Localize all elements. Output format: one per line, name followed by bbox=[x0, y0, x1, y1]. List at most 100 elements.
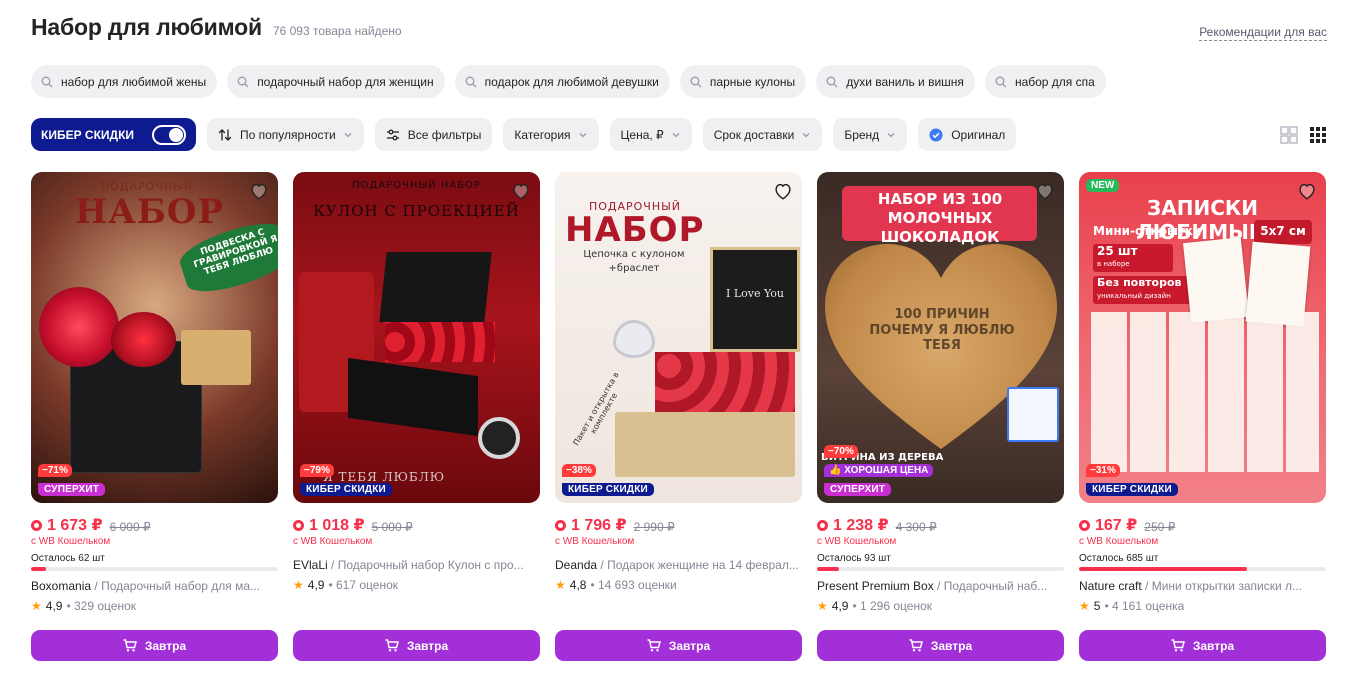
product-card[interactable]: ПОДАРОЧНЫЙ НАБОР ПОДВЕСКА С ГРАВИРОВКОЙ … bbox=[31, 172, 278, 667]
product-title[interactable]: EVlaLi / Подарочный набор Кулон с про... bbox=[293, 558, 540, 572]
filter-bar: КИБЕР СКИДКИ По популярности Все фильтры… bbox=[31, 118, 1327, 151]
heart-caption: 100 ПРИЧИН ПОЧЕМУ Я ЛЮБЛЮ ТЕБЯ bbox=[869, 307, 1015, 354]
delivery-date: Завтра bbox=[668, 638, 711, 653]
search-icon bbox=[465, 76, 477, 87]
wallet-note: с WB Кошельком bbox=[817, 536, 897, 547]
add-to-cart-button[interactable]: Завтра bbox=[293, 630, 540, 661]
original-filter[interactable]: Оригинал bbox=[918, 118, 1017, 151]
cyber-discount-badge: КИБЕР СКИДКИ bbox=[1086, 483, 1178, 496]
image-caption-main: НАБОР bbox=[75, 192, 225, 232]
chevron-down-icon bbox=[887, 132, 895, 137]
product-card[interactable]: ЗАПИСКИ ЛЮБИМЫМ Мини-открытки 5x7 см 25 … bbox=[1079, 172, 1326, 667]
product-title[interactable]: Nature craft / Мини открытки записки л..… bbox=[1079, 579, 1326, 593]
wallet-icon bbox=[31, 519, 42, 531]
current-price: 1 238 ₽ bbox=[817, 515, 889, 535]
product-title[interactable]: Boxomania / Подарочный набор для ма... bbox=[31, 579, 278, 593]
star-icon: ★ bbox=[293, 578, 304, 592]
cart-icon bbox=[1171, 639, 1185, 652]
chevron-down-icon bbox=[579, 132, 586, 137]
suggestion-chip[interactable]: парные кулоны bbox=[679, 65, 807, 98]
delivery-dropdown[interactable]: Срок доставки bbox=[702, 118, 823, 151]
rating-value: 4,9 bbox=[831, 599, 849, 613]
product-image[interactable]: НАБОР ИЗ 100 МОЛОЧНЫХ ШОКОЛАДОК 100 ПРИЧ… bbox=[817, 172, 1064, 503]
superhit-badge: СУПЕРХИТ bbox=[38, 483, 106, 496]
cart-icon bbox=[647, 639, 661, 652]
old-price: 250 ₽ bbox=[1144, 519, 1176, 534]
discount-badge: −79% bbox=[300, 464, 334, 477]
discount-badge: −31% bbox=[1086, 464, 1120, 477]
rose bbox=[39, 287, 119, 367]
delivery-date: Завтра bbox=[144, 638, 187, 653]
page-title: Набор для любимой bbox=[31, 14, 262, 40]
new-badge: NEW bbox=[1086, 179, 1120, 192]
toggle-switch[interactable] bbox=[152, 124, 186, 145]
brand-name: EVlaLi bbox=[293, 558, 328, 572]
product-card[interactable]: ПОДАРОЧНЫЙ НАБОР КУЛОН С ПРОЕКЦИЕЙ Я ТЕБ… bbox=[293, 172, 540, 667]
brand-dropdown[interactable]: Бренд bbox=[833, 118, 908, 151]
size-text: 5x7 см bbox=[1260, 224, 1306, 238]
repeat-sub: уникальный дизайн bbox=[1097, 292, 1171, 300]
toggle-knob bbox=[169, 127, 183, 142]
rose-tray bbox=[385, 322, 495, 362]
price-row: 1 673 ₽ 6 000 ₽ bbox=[31, 515, 278, 535]
price-dropdown[interactable]: Цена, ₽ bbox=[609, 118, 692, 151]
wallet-note: с WB Кошельком bbox=[555, 536, 635, 547]
reviews-count: • 14 693 оценки bbox=[590, 578, 677, 592]
recommendations-link[interactable]: Рекомендации для вас bbox=[1199, 25, 1327, 41]
add-to-cart-button[interactable]: Завтра bbox=[817, 630, 1064, 661]
suggestion-chip[interactable]: набор для спа bbox=[984, 65, 1106, 98]
product-image[interactable]: ПОДАРОЧНЫЙ НАБОР ПОДВЕСКА С ГРАВИРОВКОЙ … bbox=[31, 172, 278, 503]
suggestion-chip[interactable]: подарочный набор для женщин bbox=[227, 65, 445, 98]
stock-bar bbox=[1079, 567, 1326, 571]
product-image[interactable]: ПОДАРОЧНЫЙ НАБОР КУЛОН С ПРОЕКЦИЕЙ Я ТЕБ… bbox=[293, 172, 540, 503]
info-card bbox=[1007, 387, 1059, 442]
favorite-icon[interactable] bbox=[772, 180, 794, 202]
favorite-icon[interactable] bbox=[1296, 180, 1318, 202]
rose-in-box bbox=[111, 312, 176, 367]
cart-icon bbox=[385, 639, 399, 652]
category-label: Категория bbox=[514, 127, 571, 142]
suggestion-chip[interactable]: духи ваниль и вишня bbox=[816, 65, 975, 98]
image-caption-main: НАБОР bbox=[565, 210, 705, 250]
category-dropdown[interactable]: Категория bbox=[503, 118, 599, 151]
suggestion-chip[interactable]: подарок для любимой девушки bbox=[454, 65, 670, 98]
rating: ★ 4,9 • 329 оценок bbox=[31, 599, 278, 613]
rating: ★ 4,9 • 617 оценок bbox=[293, 578, 540, 592]
product-name: Подарок женщине на 14 феврал... bbox=[607, 558, 799, 572]
chevron-down-icon bbox=[344, 132, 352, 137]
sort-dropdown[interactable]: По популярности bbox=[207, 118, 364, 151]
count-text: 25 шт bbox=[1097, 244, 1138, 258]
product-title[interactable]: Deanda / Подарок женщине на 14 феврал... bbox=[555, 558, 802, 572]
product-title[interactable]: Present Premium Box / Подарочный наб... bbox=[817, 579, 1064, 593]
stock-left: Осталось 685 шт bbox=[1079, 553, 1159, 564]
add-to-cart-button[interactable]: Завтра bbox=[31, 630, 278, 661]
product-image[interactable]: ЗАПИСКИ ЛЮБИМЫМ Мини-открытки 5x7 см 25 … bbox=[1079, 172, 1326, 503]
product-image[interactable]: ПОДАРОЧНЫЙ НАБОР Цепочка с кулоном +брас… bbox=[555, 172, 802, 503]
price-row: 1 238 ₽ 4 300 ₽ bbox=[817, 515, 1064, 535]
all-filters-button[interactable]: Все фильтры bbox=[374, 118, 493, 151]
reviews-count: • 1 296 оценок bbox=[852, 599, 932, 613]
suggestion-label: подарочный набор для женщин bbox=[257, 74, 434, 89]
suggestion-label: парные кулоны bbox=[709, 74, 796, 89]
discount-badge: −71% bbox=[38, 464, 72, 477]
sample-card bbox=[1182, 237, 1250, 323]
box-lid-text: I Love You bbox=[725, 287, 784, 300]
suggestion-label: подарок для любимой девушки bbox=[484, 74, 659, 89]
product-card[interactable]: НАБОР ИЗ 100 МОЛОЧНЫХ ШОКОЛАДОК 100 ПРИЧ… bbox=[817, 172, 1064, 667]
product-name: Мини открытки записки л... bbox=[1151, 579, 1302, 593]
superhit-badge: СУПЕРХИТ bbox=[824, 483, 892, 496]
favorite-icon[interactable] bbox=[510, 180, 532, 202]
favorite-icon[interactable] bbox=[248, 180, 270, 202]
grid-large-icon[interactable] bbox=[1280, 126, 1298, 144]
add-to-cart-button[interactable]: Завтра bbox=[555, 630, 802, 661]
add-to-cart-button[interactable]: Завтра bbox=[1079, 630, 1326, 661]
original-label: Оригинал bbox=[951, 127, 1006, 142]
chevron-down-icon bbox=[672, 132, 680, 137]
favorite-icon[interactable] bbox=[1034, 180, 1056, 202]
cyber-discount-toggle[interactable]: КИБЕР СКИДКИ bbox=[31, 118, 196, 151]
grid-small-icon[interactable] bbox=[1309, 126, 1327, 144]
suggestion-chip[interactable]: набор для любимой жены bbox=[31, 65, 218, 98]
product-card[interactable]: ПОДАРОЧНЫЙ НАБОР Цепочка с кулоном +брас… bbox=[555, 172, 802, 667]
image-caption-sub: Мини-открытки bbox=[1093, 224, 1202, 238]
image-caption-top: ПОДАРОЧНЫЙ НАБОР bbox=[352, 180, 481, 191]
